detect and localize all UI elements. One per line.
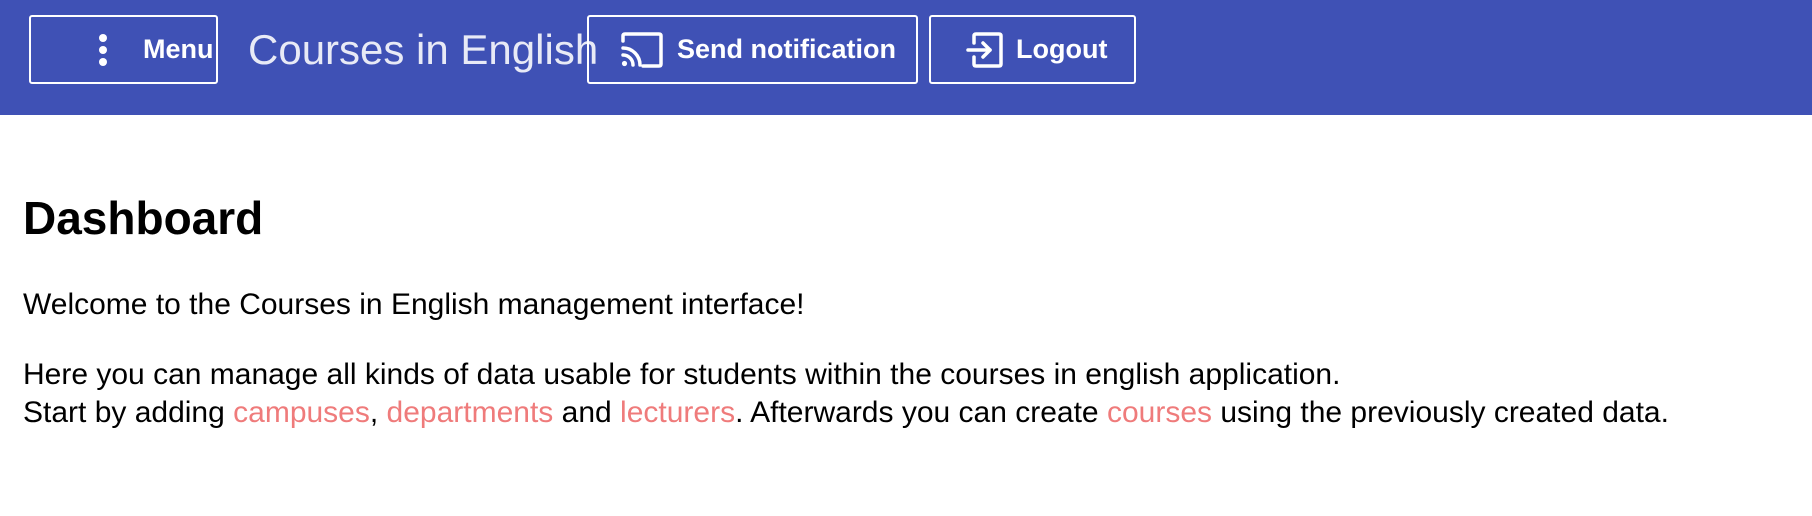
logout-icon	[966, 31, 1004, 69]
start-sep-2: and	[553, 396, 621, 429]
more-vert-icon	[91, 33, 115, 67]
start-suffix: using the previously created data.	[1212, 396, 1669, 429]
top-app-bar: Menu Courses in English Send notificatio…	[0, 0, 1812, 115]
send-notification-label: Send notification	[677, 34, 896, 64]
welcome-text: Welcome to the Courses in English manage…	[23, 288, 805, 321]
campuses-link[interactable]: campuses	[233, 396, 370, 429]
menu-button-label: Menu	[143, 34, 214, 64]
courses-link[interactable]: courses	[1107, 396, 1212, 429]
send-notification-button[interactable]: Send notification	[587, 15, 918, 84]
cast-icon	[619, 31, 665, 69]
start-prefix: Start by adding	[23, 396, 234, 429]
logout-label: Logout	[1016, 34, 1108, 64]
menu-button[interactable]: Menu	[29, 15, 218, 84]
app-title: Courses in English	[248, 26, 599, 73]
start-sep-1: ,	[369, 396, 387, 429]
start-middle: . Afterwards you can create	[735, 396, 1107, 429]
departments-link[interactable]: departments	[387, 396, 554, 429]
page-title: Dashboard	[23, 192, 264, 244]
start-text: Start by adding campuses, departments an…	[23, 394, 1669, 432]
logout-button[interactable]: Logout	[929, 15, 1136, 84]
intro-text: Here you can manage all kinds of data us…	[23, 358, 1341, 391]
lecturers-link[interactable]: lecturers	[620, 396, 735, 429]
